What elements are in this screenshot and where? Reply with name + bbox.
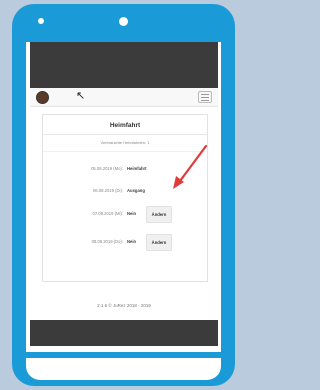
phone-bottom-bezel [26, 358, 221, 380]
row-status: Nein [127, 239, 137, 244]
heimfahrt-panel: Heimfahrt Verbrauchte Heimfahrten: 1 05.… [42, 114, 208, 282]
row-status: Ausgang [127, 188, 145, 193]
row-date: 05.08.2019 (Mo): [91, 166, 123, 171]
used-trips-count: Verbrauchte Heimfahrten: 1 [43, 135, 207, 152]
change-button[interactable]: Ändern [146, 206, 172, 223]
footer-version: 2.1.6 © JuRez 2018 - 2019 [97, 303, 151, 308]
row-date: 07.08.2019 (Mi): [92, 211, 124, 216]
bottom-overlay [30, 320, 218, 346]
camera-dot [119, 17, 128, 26]
row-status: Nein [127, 211, 137, 216]
row-status: Heimfahrt [127, 166, 147, 171]
app-logo-icon[interactable] [36, 91, 49, 104]
change-button[interactable]: Ändern [146, 234, 172, 251]
sensor-dot [38, 18, 44, 24]
mouse-cursor-icon: ↖ [76, 90, 86, 102]
hamburger-menu-icon[interactable] [198, 91, 212, 103]
page-title: Heimfahrt [43, 115, 207, 135]
row-date: 06.08.2019 (Di): [92, 188, 123, 193]
top-overlay [30, 42, 218, 88]
navbar: ↖ [30, 88, 218, 107]
row-date: 08.08.2019 (Do): [91, 239, 123, 244]
phone-screen: ↖ Heimfahrt Verbrauchte Heimfahrten: 1 0… [30, 42, 218, 346]
